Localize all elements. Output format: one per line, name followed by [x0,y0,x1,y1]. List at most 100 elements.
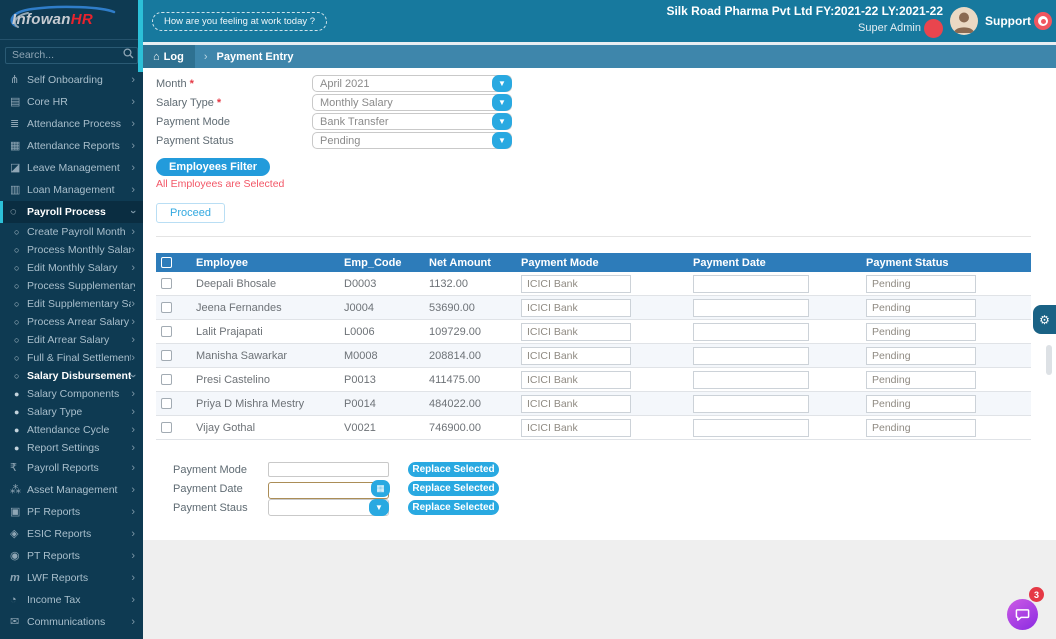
search-input[interactable] [5,46,138,64]
sidebar-item-label: Payroll Reports [27,461,99,474]
sidebar-item-process-arrear-salary[interactable]: ○ Process Arrear Salary › [0,313,143,331]
sidebar-item-esic-reports[interactable]: ◈ ESIC Reports › [0,523,143,545]
replace-selected-mode-button[interactable]: Replace Selected [408,462,499,477]
sidebar-item-communications[interactable]: ✉ Communications › [0,611,143,633]
chevron-right-icon: › [131,183,135,196]
caret-down-icon[interactable]: ▼ [492,132,512,149]
caret-down-icon[interactable]: ▼ [492,75,512,92]
employees-filter-button[interactable]: Employees Filter [156,158,271,176]
sidebar-item-payroll-reports[interactable]: ₹ Payroll Reports › [0,457,143,479]
chevron-right-icon: › [131,95,135,108]
row-checkbox[interactable] [161,302,172,313]
sidebar-item-create-payroll-month[interactable]: ○ Create Payroll Month › [0,223,143,241]
sidebar-item-process-monthly-salary[interactable]: ○ Process Monthly Salary › [0,241,143,259]
payment-status-input[interactable] [866,346,976,365]
employee-name: Vijay Gothal [196,421,256,434]
sidebar-item-full-final-settlement[interactable]: ○ Full & Final Settlement › [0,349,143,367]
payment-mode-input[interactable] [521,418,631,437]
payment-date-input[interactable] [693,370,809,389]
sidebar-item-loan-management[interactable]: ▥ Loan Management › [0,179,143,201]
notification-dot-icon[interactable] [924,19,943,38]
row-checkbox[interactable] [161,374,172,385]
breadcrumb: ⌂ Log › Payment Entry [143,45,1056,68]
support-link[interactable]: Support [985,14,1031,28]
sidebar-item-asset-management[interactable]: ⁂ Asset Management › [0,479,143,501]
row-checkbox[interactable] [161,350,172,361]
sidebar-item-attendance-cycle[interactable]: ● Attendance Cycle › [0,421,143,439]
sidebar-item-pt-reports[interactable]: ◉ PT Reports › [0,545,143,567]
circle-filled-icon: ● [14,406,20,417]
sidebar-item-salary-disbursement[interactable]: ○ Salary Disbursement › [0,367,143,385]
caret-down-icon[interactable]: ▼ [492,113,512,130]
payment-status-input[interactable] [866,394,976,413]
circle-icon: ○ [14,226,20,237]
sidebar-item-edit-monthly-salary[interactable]: ○ Edit Monthly Salary › [0,259,143,277]
sidebar-item-pf-reports[interactable]: ▣ PF Reports › [0,501,143,523]
mood-survey-pill[interactable]: How are you feeling at work today ? [152,11,328,31]
sidebar-item-edit-arrear-salary[interactable]: ○ Edit Arrear Salary › [0,331,143,349]
breadcrumb-log[interactable]: ⌂ Log [143,45,195,68]
proceed-button[interactable]: Proceed [156,203,225,223]
salary-type-select[interactable]: Monthly Salary ▼ [312,94,512,111]
sidebar-item-leave-management[interactable]: ◪ Leave Management › [0,157,143,179]
sidebar-item-salary-components[interactable]: ● Salary Components › [0,385,143,403]
payment-status-select[interactable]: Pending ▼ [312,132,512,149]
row-checkbox[interactable] [161,326,172,337]
payment-mode-input[interactable] [521,346,631,365]
payment-status-input[interactable] [866,370,976,389]
sidebar-item-process-supplementary-sal[interactable]: ○ Process Supplementary Sal [0,277,143,295]
breadcrumb-separator-icon: › [203,50,208,63]
payment-date-input[interactable] [693,346,809,365]
sidebar-item-label: LWF Reports [27,571,89,584]
payment-status-input[interactable] [866,322,976,341]
chat-button[interactable] [1007,599,1038,630]
sidebar-item-lwf-reports[interactable]: m LWF Reports › [0,567,143,589]
payment-mode-input[interactable] [521,274,631,293]
sidebar-item-income-tax[interactable]: ◔ Income Tax › [0,589,143,611]
sidebar-item-salary-type[interactable]: ● Salary Type › [0,403,143,421]
logo[interactable]: InfowanHR [0,0,143,40]
column-header-net-amount: Net Amount [429,256,491,269]
caret-down-icon[interactable]: ▼ [492,94,512,111]
support-target-icon[interactable] [1034,12,1052,30]
payment-mode-input[interactable] [521,370,631,389]
bulk-payment-mode-input[interactable] [268,462,389,477]
payment-mode-input[interactable] [521,394,631,413]
chevron-right-icon: › [131,73,135,86]
replace-selected-status-button[interactable]: Replace Selected [408,500,499,515]
payment-status-input[interactable] [866,274,976,293]
chat-bubble-icon [1015,609,1030,621]
sidebar-item-label: Core HR [27,95,68,108]
month-select[interactable]: April 2021 ▼ [312,75,512,92]
payment-date-input[interactable] [693,298,809,317]
settings-gear-button[interactable]: ⚙ [1033,305,1056,334]
user-avatar[interactable] [950,7,978,35]
sidebar-item-attendance-reports[interactable]: ▦ Attendance Reports › [0,135,143,157]
replace-selected-date-button[interactable]: Replace Selected [408,481,499,496]
sidebar-item-report-settings[interactable]: ● Report Settings › [0,439,143,457]
calendar-icon[interactable]: ▦ [371,480,390,497]
payment-mode-input[interactable] [521,298,631,317]
payment-mode-select[interactable]: Bank Transfer ▼ [312,113,512,130]
payment-status-input[interactable] [866,418,976,437]
select-all-checkbox[interactable] [161,257,172,268]
sidebar-item-attendance-process[interactable]: ≣ Attendance Process › [0,113,143,135]
sidebar-item-self-onboarding[interactable]: ⋔ Self Onboarding › [0,69,143,91]
employee-name: Presi Castelino [196,373,270,386]
payment-mode-input[interactable] [521,322,631,341]
row-checkbox[interactable] [161,278,172,289]
scrollbar-thumb[interactable] [1046,345,1052,375]
sidebar-item-core-hr[interactable]: ▤ Core HR › [0,91,143,113]
sidebar-item-payroll-process[interactable]: ◌ Payroll Process › [0,200,143,223]
row-checkbox[interactable] [161,398,172,409]
payment-date-input[interactable] [693,322,809,341]
sidebar-item-edit-supplementary-sal[interactable]: ○ Edit Supplementary Sal › [0,295,143,313]
caret-down-icon[interactable]: ▼ [369,499,389,516]
payment-date-input[interactable] [693,418,809,437]
employee-code: P0013 [344,373,376,386]
payment-status-input[interactable] [866,298,976,317]
row-checkbox[interactable] [161,422,172,433]
bulk-payment-status-select[interactable]: ▼ [268,499,389,516]
payment-date-input[interactable] [693,274,809,293]
payment-date-input[interactable] [693,394,809,413]
